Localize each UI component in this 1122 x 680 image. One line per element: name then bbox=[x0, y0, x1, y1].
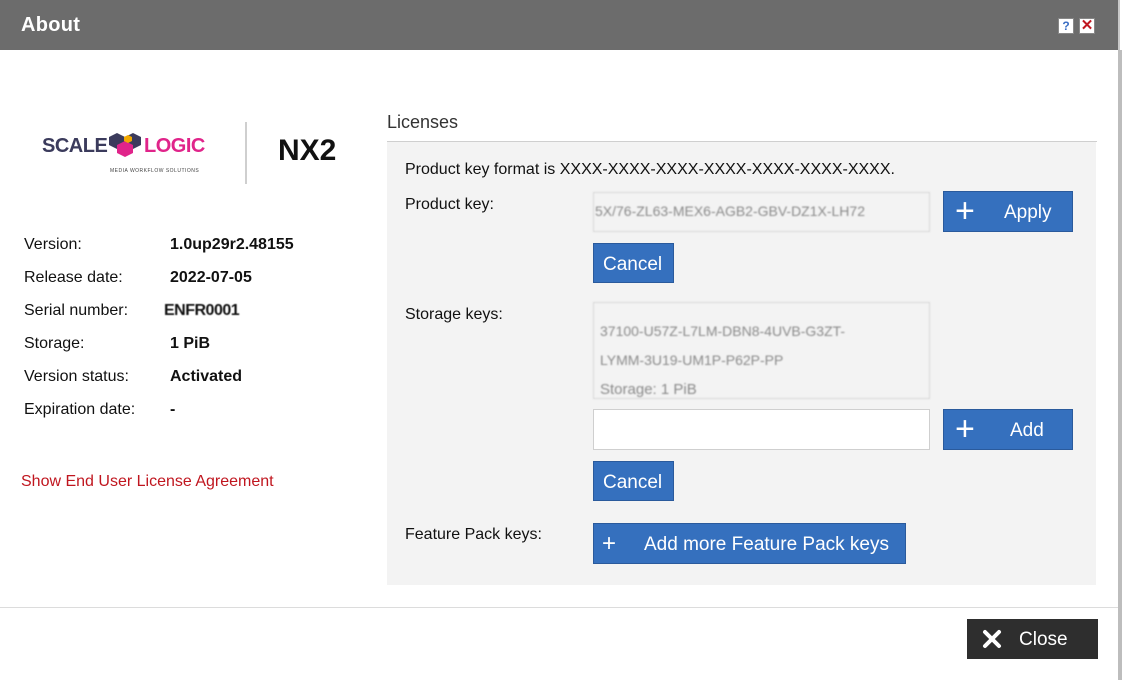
info-value: ENFR0001 bbox=[164, 302, 240, 319]
storage-keys-list: 37100-U57Z-L7LM-DBN8-4UVB-G3ZT- LYMM-3U1… bbox=[593, 302, 930, 399]
feature-pack-keys-label: Feature Pack keys: bbox=[405, 526, 542, 543]
cancel-button-label: Cancel bbox=[603, 472, 663, 493]
storage-key-line: 37100-U57Z-L7LM-DBN8-4UVB-G3ZT- bbox=[600, 323, 846, 339]
eula-link[interactable]: Show End User License Agreement bbox=[21, 473, 274, 491]
apply-button[interactable]: + Apply bbox=[943, 191, 1073, 232]
plus-icon: + bbox=[955, 192, 975, 230]
footer-divider bbox=[0, 607, 1118, 608]
scale-logic-logo: SCALE LOGIC MEDIA WORKFLOW SOLUTIONS NX2 bbox=[42, 122, 352, 186]
hexagon-logo-icon bbox=[109, 133, 141, 157]
info-value: - bbox=[170, 401, 176, 418]
info-label: Release date: bbox=[24, 269, 123, 286]
storage-key-line: LYMM-3U19-UM1P-P62P-PP bbox=[600, 352, 784, 368]
close-icon[interactable]: ✕ bbox=[1079, 18, 1095, 34]
add-storage-key-button[interactable]: + Add bbox=[943, 409, 1073, 450]
licenses-heading: Licenses bbox=[387, 112, 459, 132]
logo-scale-text: SCALE bbox=[42, 135, 108, 157]
cancel-button-label: Cancel bbox=[603, 254, 663, 275]
dialog-title: About bbox=[21, 14, 81, 36]
info-value: 1 PiB bbox=[170, 335, 211, 352]
product-name: NX2 bbox=[278, 134, 337, 167]
logo-divider bbox=[245, 122, 247, 184]
apply-button-label: Apply bbox=[1004, 202, 1052, 223]
product-key-field[interactable]: 5X/76-ZL63-MEX6-AGB2-GBV-DZ1X-LH72 bbox=[593, 192, 930, 232]
product-key-format-text: Product key format is XXXX-XXXX-XXXX-XXX… bbox=[405, 161, 895, 178]
add-feature-pack-keys-button[interactable]: + Add more Feature Pack keys bbox=[593, 523, 906, 564]
info-label: Version: bbox=[24, 236, 82, 253]
product-key-label: Product key: bbox=[405, 196, 494, 213]
about-dialog: About ? ✕ SCALE LOGIC MEDIA WORKFLOW SOL… bbox=[0, 0, 1120, 680]
x-icon bbox=[983, 630, 1001, 648]
licenses-divider bbox=[387, 141, 1097, 142]
close-button[interactable]: Close bbox=[967, 619, 1098, 659]
plus-icon: + bbox=[602, 530, 617, 557]
info-value: 2022-07-05 bbox=[170, 269, 252, 286]
storage-key-input[interactable] bbox=[593, 409, 930, 450]
logo-tagline: MEDIA WORKFLOW SOLUTIONS bbox=[110, 168, 200, 174]
product-key-cancel-button[interactable]: Cancel bbox=[593, 243, 674, 283]
storage-keys-label: Storage keys: bbox=[405, 306, 503, 323]
info-label: Version status: bbox=[24, 368, 129, 385]
plus-icon: + bbox=[955, 410, 975, 448]
help-icon[interactable]: ? bbox=[1058, 18, 1074, 34]
add-feature-pack-label: Add more Feature Pack keys bbox=[644, 534, 889, 555]
info-label: Storage: bbox=[24, 335, 85, 352]
title-bar: About ? ✕ bbox=[0, 0, 1118, 50]
info-label: Expiration date: bbox=[24, 401, 136, 418]
close-button-label: Close bbox=[1019, 629, 1068, 650]
info-label: Serial number: bbox=[24, 302, 129, 319]
scrollbar[interactable] bbox=[1118, 50, 1122, 680]
add-button-label: Add bbox=[1010, 420, 1044, 441]
storage-key-line: Storage: 1 PiB bbox=[600, 381, 697, 398]
info-value: Activated bbox=[170, 368, 243, 385]
info-value: 1.0up29r2.48155 bbox=[170, 236, 294, 253]
storage-key-cancel-button[interactable]: Cancel bbox=[593, 461, 674, 501]
logo-logic-text: LOGIC bbox=[144, 135, 205, 157]
